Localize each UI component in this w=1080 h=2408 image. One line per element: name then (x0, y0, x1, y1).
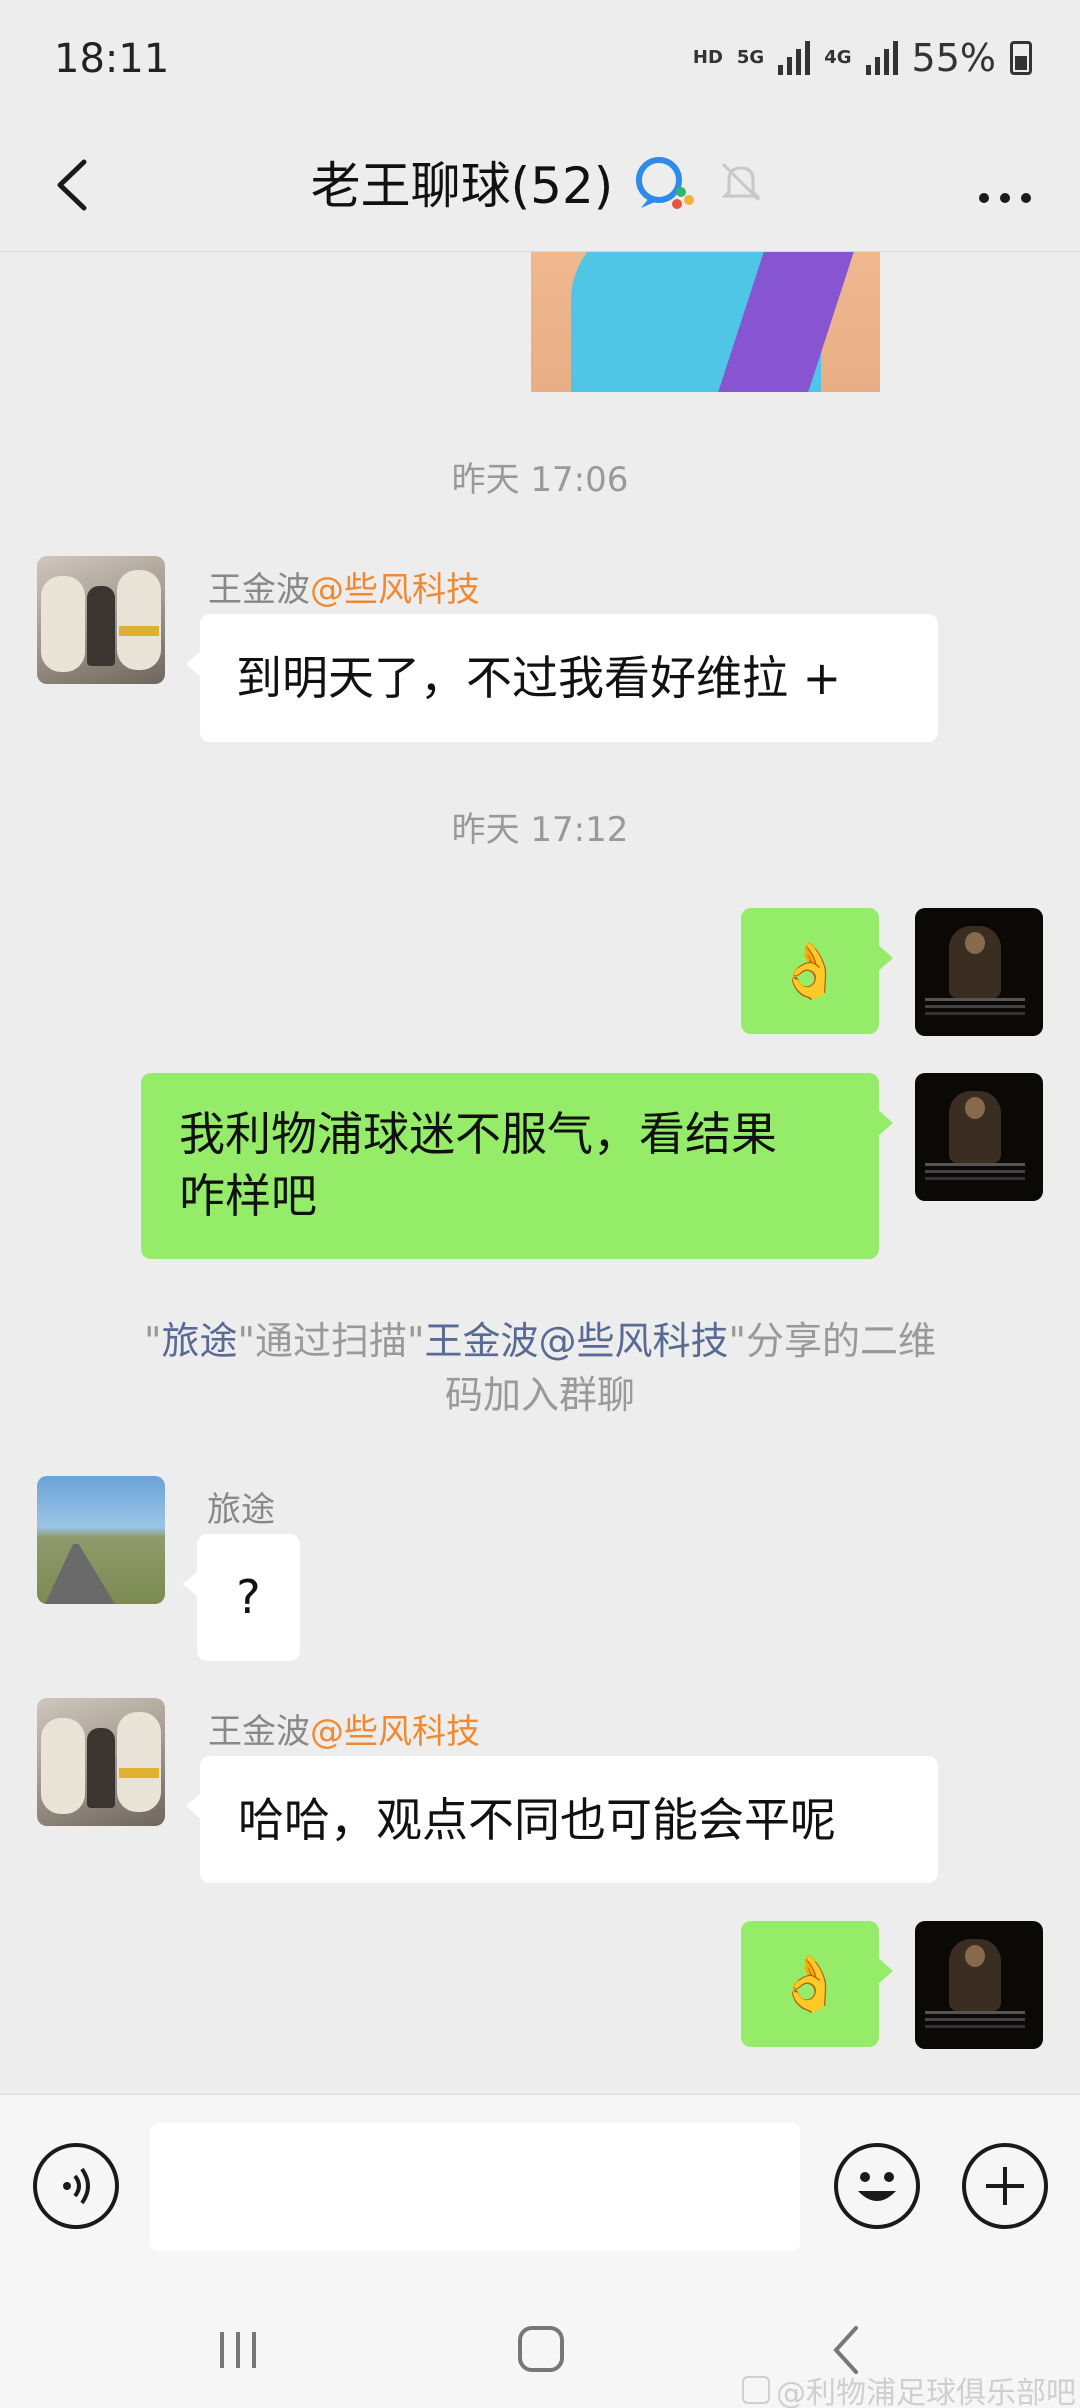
my-avatar[interactable] (915, 1073, 1043, 1201)
emoji-icon (858, 2172, 896, 2201)
watermark: @利物浦足球俱乐部吧 (742, 2368, 1076, 2408)
avatar[interactable] (37, 1476, 165, 1604)
watermark-icon (742, 2376, 770, 2404)
chat-title: 老王聊球(52) (310, 157, 614, 215)
recent-apps-icon[interactable] (216, 2328, 260, 2372)
emoji-button[interactable] (834, 2143, 920, 2229)
message-text-line1: 我利物浦球迷不服气，看结果 (179, 1107, 777, 1161)
plus-icon (986, 2167, 1024, 2205)
message-bubble[interactable]: 到明天了，不过我看好维拉 + (186, 614, 938, 742)
more-functions-button[interactable] (962, 2143, 1048, 2229)
voice-icon (63, 2167, 90, 2205)
shared-image-partial[interactable] (531, 252, 880, 392)
voice-input-button[interactable] (33, 2143, 119, 2229)
sender-name: 旅途 (207, 1490, 275, 1530)
message-bubble[interactable]: 哈哈，观点不同也可能会平呢 (186, 1756, 938, 1883)
chat-header: 老王聊球(52) (0, 120, 1080, 252)
hd-indicator: HD (692, 47, 723, 68)
status-bar: 18:11 HD 5G 4G 55% (0, 0, 1080, 120)
ok-hand-emoji: 👌 (776, 1952, 844, 2015)
user-link[interactable]: 王金波@些风科技 (424, 1319, 728, 1363)
message-text: 哈哈，观点不同也可能会平呢 (238, 1793, 836, 1847)
message-input[interactable] (150, 2123, 800, 2251)
ok-hand-emoji: 👌 (776, 939, 844, 1002)
message-bubble[interactable]: 我利物浦球迷不服气，看结果 咋样吧 (141, 1073, 893, 1259)
message-text-line2: 咋样吧 (179, 1169, 317, 1223)
title-area: 老王聊球(52) (0, 146, 1080, 218)
timestamp: 昨天 17:06 (451, 460, 629, 500)
timestamp: 昨天 17:12 (451, 810, 629, 850)
signal-icon (778, 41, 811, 75)
wecom-group-icon (636, 157, 695, 209)
avatar[interactable] (37, 1698, 165, 1826)
my-avatar[interactable] (915, 1921, 1043, 2049)
home-icon[interactable] (518, 2326, 564, 2372)
my-avatar[interactable] (915, 908, 1043, 1036)
5g-indicator: 5G (736, 47, 765, 68)
message-bubble[interactable]: ? (183, 1534, 300, 1661)
battery-percent: 55% (911, 36, 996, 80)
sender-name: 王金波@些风科技 (208, 1712, 480, 1752)
message-bubble[interactable]: 👌 (741, 1921, 893, 2047)
battery-icon (1010, 41, 1032, 75)
system-join-message: "旅途"通过扫描"王金波@些风科技"分享的二维 码加入群聊 (144, 1319, 936, 1417)
message-bubble[interactable]: 👌 (741, 908, 893, 1034)
avatar[interactable] (37, 556, 165, 684)
message-text: 到明天了，不过我看好维拉 + (236, 651, 842, 705)
mute-bell-icon (721, 162, 761, 202)
user-link[interactable]: 旅途 (162, 1319, 238, 1363)
more-options-icon[interactable] (970, 154, 1040, 224)
message-text: ? (236, 1570, 261, 1624)
status-time: 18:11 (54, 36, 170, 82)
signal-icon-2 (865, 41, 898, 75)
4g-indicator: 4G (824, 47, 852, 68)
status-indicators: HD 5G 4G 55% (693, 36, 1032, 80)
sender-name: 王金波@些风科技 (208, 570, 480, 610)
input-bar (0, 2094, 1080, 2294)
